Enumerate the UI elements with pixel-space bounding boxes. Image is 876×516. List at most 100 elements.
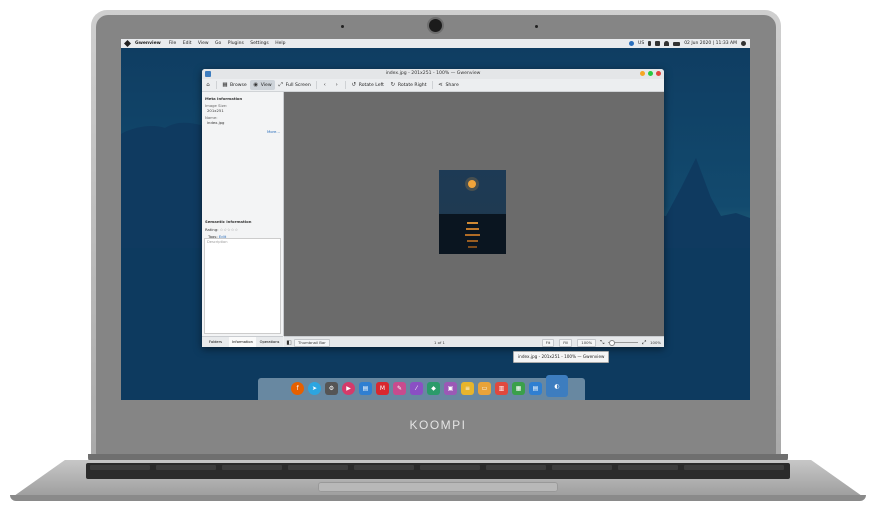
home-button[interactable]: ⌂	[202, 80, 214, 90]
sidebar-tabs: Folders Information Operations	[202, 336, 283, 347]
minimize-button[interactable]	[640, 71, 645, 76]
input-method-icon[interactable]	[629, 41, 635, 46]
menu-plugins[interactable]: Plugins	[228, 41, 244, 46]
menu-edit[interactable]: Edit	[183, 41, 192, 46]
status-bar: ◧ Thumbnail Bar 1 of 1 Fit Fill 100% ⤡ ⤢…	[284, 336, 664, 347]
tab-folders[interactable]: Folders	[202, 337, 229, 347]
toolbar-separator	[216, 81, 217, 89]
maximize-button[interactable]	[648, 71, 653, 76]
share-button[interactable]: ⋖ Share	[435, 80, 462, 90]
rotate-right-label: Rotate Right	[397, 82, 427, 88]
rating-stars[interactable]: ☆☆☆☆☆	[220, 227, 239, 232]
tab-operations[interactable]: Operations	[256, 337, 283, 347]
meta-info-heading: Meta Information	[205, 96, 243, 101]
sidebar-toggle-icon[interactable]: ◧	[286, 340, 292, 346]
menu-view[interactable]: View	[198, 41, 209, 46]
slides-icon[interactable]: ▥	[495, 382, 508, 395]
chevron-right-icon: ›	[335, 82, 338, 88]
mega-icon[interactable]: M	[376, 382, 389, 395]
power-icon[interactable]	[741, 41, 746, 46]
zoom-in-icon[interactable]: ⤢	[641, 340, 647, 346]
moon-over-water-image[interactable]	[439, 170, 506, 254]
sensor-dot	[341, 25, 344, 28]
next-button[interactable]: ›	[331, 80, 343, 90]
webcam	[429, 19, 442, 32]
koompi-brand: KOOMPI	[409, 418, 467, 432]
semantic-section: Semantic Information Rating: ☆☆☆☆☆ Tags:…	[202, 217, 283, 239]
menu-go[interactable]: Go	[215, 41, 221, 46]
image-size-value: 201x251	[207, 108, 224, 113]
rating-row: Rating: ☆☆☆☆☆	[205, 227, 283, 232]
menu-help[interactable]: Help	[275, 41, 285, 46]
volume-icon[interactable]	[655, 41, 661, 46]
bluetooth-icon[interactable]	[648, 41, 652, 46]
rotate-left-button[interactable]: ↺ Rotate Left	[348, 80, 387, 90]
firefox-icon[interactable]: f	[291, 382, 304, 395]
keyboard	[86, 463, 790, 479]
title-bar[interactable]: index.jpg - 201x251 - 100% — Gwenview	[202, 69, 664, 79]
zoom-100-button[interactable]: 100%	[577, 338, 597, 347]
brush-icon[interactable]: ⁄	[410, 382, 423, 395]
window-title: index.jpg - 201x251 - 100% — Gwenview	[385, 71, 481, 76]
previous-button[interactable]: ‹	[319, 80, 331, 90]
more-link[interactable]: More...	[267, 129, 280, 134]
rotate-left-icon: ↺	[351, 82, 357, 88]
image-view[interactable]	[284, 92, 664, 336]
spreadsheet-icon[interactable]: ▦	[512, 382, 525, 395]
view-label: View	[260, 82, 272, 88]
koompi-logo-icon[interactable]	[124, 40, 131, 47]
clock[interactable]: 02 Jun 2020 | 11:33 AM	[684, 41, 737, 46]
full-screen-button[interactable]: ⤢ Full Screen	[275, 80, 314, 90]
toolbar: ⌂ ▦ Browse ◉ View ⤢ Full Screen ‹ › ↺ Rotate…	[202, 79, 664, 92]
text-editor-icon[interactable]: ✎	[393, 382, 406, 395]
zoom-slider[interactable]	[608, 340, 639, 346]
view-button[interactable]: ◉ View	[249, 80, 275, 90]
zoom-out-icon[interactable]: ⤡	[599, 340, 605, 346]
gwenview-icon[interactable]: ◐	[546, 375, 568, 397]
archive-icon[interactable]: ▣	[444, 382, 457, 395]
files-icon[interactable]: ▤	[359, 382, 372, 395]
menu-settings[interactable]: Settings	[250, 41, 268, 46]
fit-button[interactable]: Fit	[541, 338, 555, 347]
gwenview-window: index.jpg - 201x251 - 100% — Gwenview ⌂ …	[202, 69, 664, 347]
top-panel: Gwenview File Edit View Go Plugins Setti…	[121, 39, 750, 48]
dock: f ➤ ⚙ ▶ ▤ M ✎ ⁄ ◆ ▣ ≡ ▭ ▥ ▦ ▤ ◐	[258, 375, 585, 400]
system-tray: US 02 Jun 2020 | 11:33 AM	[629, 41, 746, 46]
global-menu: File Edit View Go Plugins Settings Help	[169, 41, 291, 46]
notes-icon[interactable]: ≡	[461, 382, 474, 395]
presentation-icon[interactable]: ▭	[478, 382, 491, 395]
fill-button[interactable]: Fill	[559, 338, 573, 347]
zoom-slider-handle[interactable]	[609, 340, 616, 346]
battery-icon[interactable]	[673, 41, 681, 46]
zoom-value: 100%	[650, 340, 661, 345]
settings-icon[interactable]: ⚙	[325, 382, 338, 395]
document-icon[interactable]: ▤	[529, 382, 542, 395]
fullscreen-icon: ⤢	[278, 82, 283, 88]
wifi-icon[interactable]	[664, 41, 670, 46]
media-player-icon[interactable]: ▶	[342, 382, 355, 395]
rotate-left-label: Rotate Left	[358, 82, 384, 88]
chevron-left-icon: ‹	[323, 82, 326, 88]
thumbnail-bar-button[interactable]: Thumbnail Bar	[294, 338, 330, 347]
keyboard-layout[interactable]: US	[638, 41, 644, 46]
eye-icon: ◉	[253, 82, 259, 88]
laptop-photo: Gwenview File Edit View Go Plugins Setti…	[0, 0, 876, 516]
share-label: Share	[445, 82, 459, 88]
sensor-dot	[535, 25, 538, 28]
touchpad	[318, 482, 558, 492]
rotate-right-icon: ↻	[390, 82, 396, 88]
menu-file[interactable]: File	[169, 41, 177, 46]
tab-information[interactable]: Information	[229, 337, 256, 347]
gwenview-app-icon	[205, 71, 211, 77]
rotate-right-button[interactable]: ↻ Rotate Right	[387, 80, 430, 90]
information-sidebar: Meta Information Image Size: 201x251 Nam…	[202, 92, 284, 336]
dock-tooltip: index.jpg - 201x251 - 100% — Gwenview	[513, 351, 610, 363]
active-app-name: Gwenview	[135, 41, 161, 46]
share-icon: ⋖	[438, 82, 443, 88]
grid-icon: ▦	[222, 82, 228, 88]
telegram-icon[interactable]: ➤	[308, 382, 321, 395]
store-icon[interactable]: ◆	[427, 382, 440, 395]
browse-button[interactable]: ▦ Browse	[219, 80, 250, 90]
description-field[interactable]: Description	[204, 238, 281, 334]
close-button[interactable]	[656, 71, 661, 76]
